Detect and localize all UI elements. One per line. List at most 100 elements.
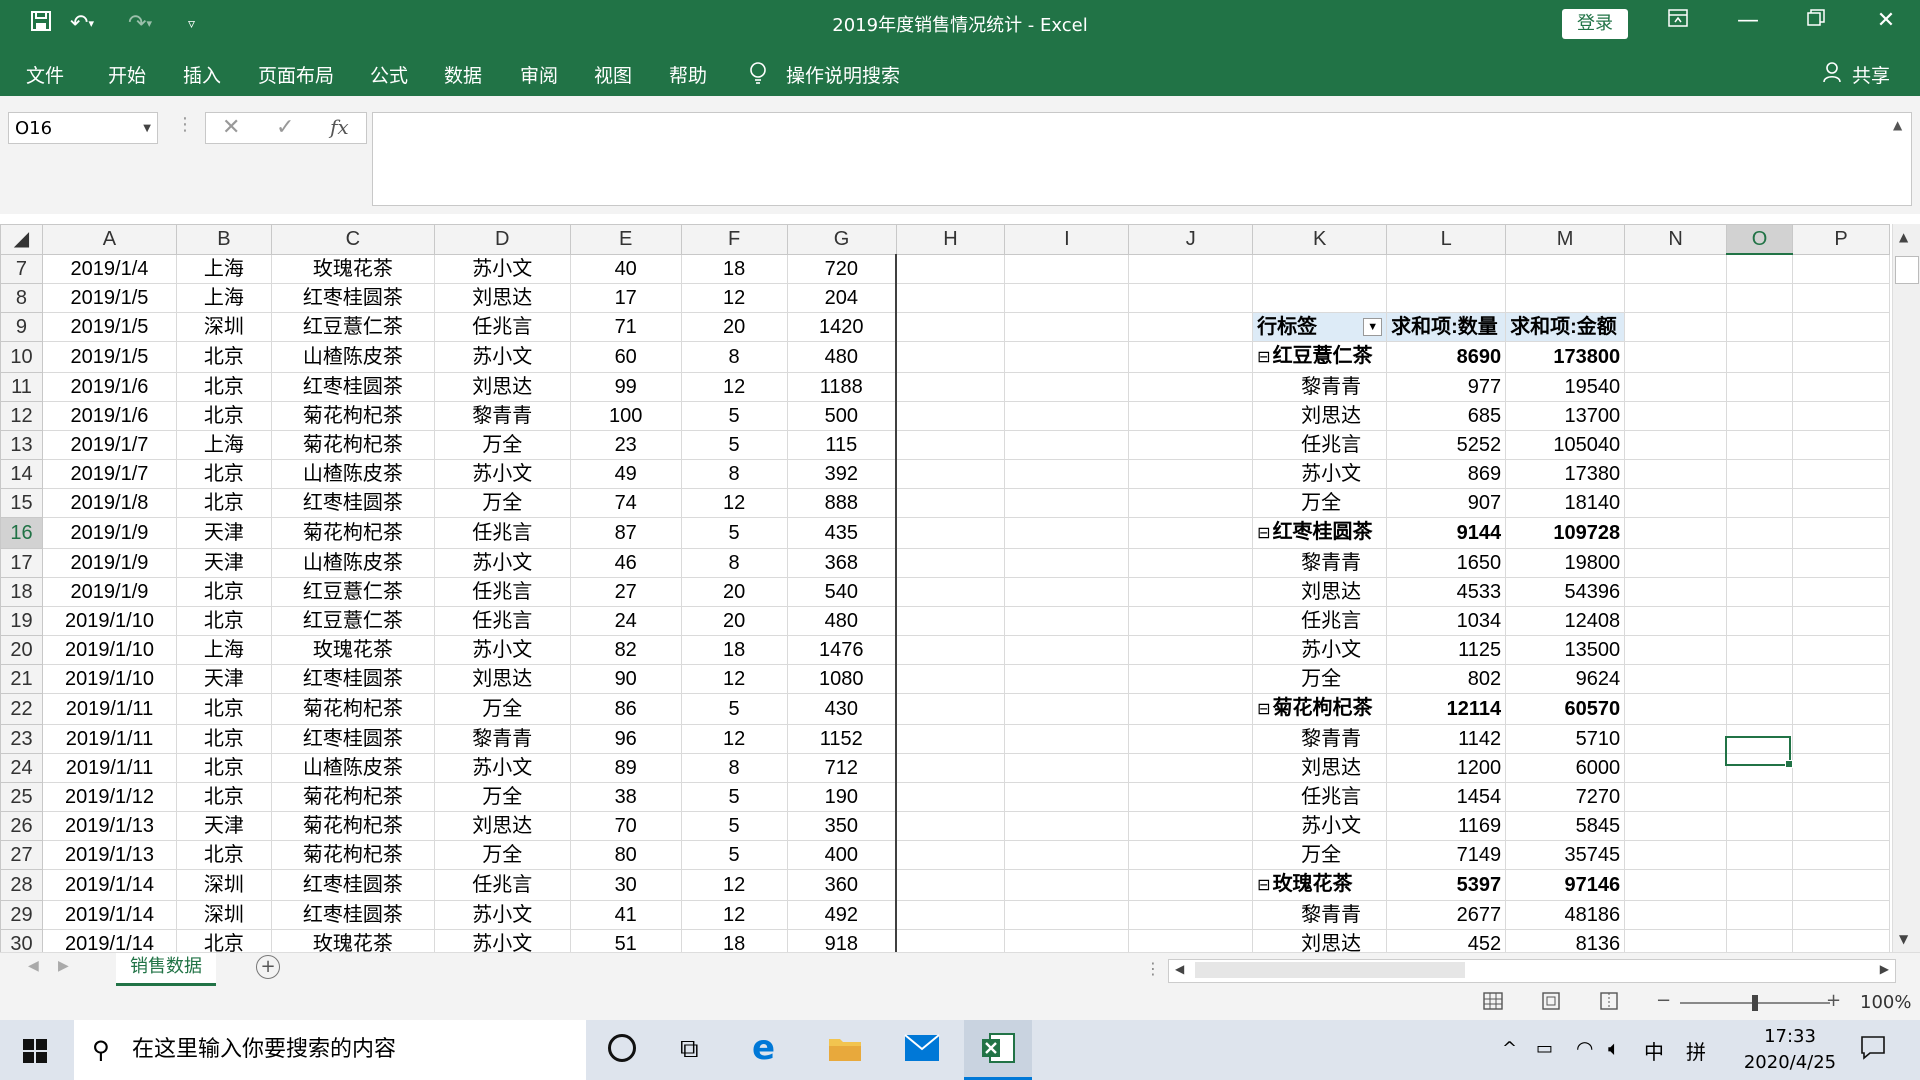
row-header[interactable]: 17 <box>0 547 43 578</box>
cell-empty[interactable] <box>1726 928 1793 952</box>
cell-empty[interactable] <box>1128 458 1254 489</box>
cell-salesperson[interactable]: 苏小文 <box>433 340 571 373</box>
battery-icon[interactable]: ▭ <box>1536 1038 1553 1059</box>
row-header[interactable]: 26 <box>0 810 43 841</box>
cell-empty[interactable] <box>895 400 1006 431</box>
pivot-item-label[interactable]: 任兆言 <box>1252 429 1388 460</box>
cell-salesperson[interactable]: 苏小文 <box>433 547 571 578</box>
cell-quantity[interactable]: 100 <box>569 400 682 431</box>
cell-empty[interactable] <box>1128 663 1254 694</box>
cell-empty[interactable] <box>1624 400 1728 431</box>
cell-empty[interactable] <box>1624 781 1728 812</box>
cell-empty[interactable] <box>1128 311 1254 342</box>
cell-empty[interactable] <box>1791 547 1890 578</box>
cell-amount[interactable]: 115 <box>786 429 897 460</box>
pivot-item-qty[interactable]: 1034 <box>1386 605 1507 636</box>
cell-price[interactable]: 18 <box>680 253 788 284</box>
row-header[interactable]: 10 <box>0 340 43 373</box>
select-all-corner[interactable]: ◢ <box>0 224 43 255</box>
cell-date[interactable]: 2019/1/5 <box>41 282 177 313</box>
cell-salesperson[interactable]: 苏小文 <box>433 634 571 665</box>
pivot-item-qty[interactable]: 977 <box>1386 371 1507 402</box>
cell-quantity[interactable]: 46 <box>569 547 682 578</box>
cell-date[interactable]: 2019/1/13 <box>41 810 177 841</box>
cancel-icon[interactable]: ✕ <box>222 115 240 140</box>
fill-handle[interactable] <box>1785 760 1793 768</box>
cell-quantity[interactable]: 30 <box>569 868 682 901</box>
cell-empty[interactable] <box>1791 487 1890 518</box>
cell-empty[interactable] <box>1624 311 1728 342</box>
cell-empty[interactable] <box>1386 282 1507 313</box>
share-button[interactable]: 共享 <box>1852 61 1890 88</box>
tab-review[interactable]: 审阅 <box>520 61 558 88</box>
cell-city[interactable]: 上海 <box>175 253 272 284</box>
pivot-item-amt[interactable]: 12408 <box>1505 605 1626 636</box>
chevron-up-icon[interactable]: ▲ <box>1893 118 1902 132</box>
cell-empty[interactable] <box>1004 576 1130 607</box>
clock-date[interactable]: 2020/4/25 <box>1730 1052 1850 1073</box>
cell-empty[interactable] <box>1726 400 1793 431</box>
cell-amount[interactable]: 1476 <box>786 634 897 665</box>
insert-function-icon[interactable]: fx <box>330 115 349 139</box>
cell-amount[interactable]: 1420 <box>786 311 897 342</box>
cell-city[interactable]: 北京 <box>175 781 272 812</box>
cell-price[interactable]: 8 <box>680 458 788 489</box>
cell-empty[interactable] <box>895 899 1006 930</box>
cell-price[interactable]: 8 <box>680 340 788 373</box>
cell-amount[interactable]: 368 <box>786 547 897 578</box>
cell-empty[interactable] <box>1726 429 1793 460</box>
cell-empty[interactable] <box>1726 692 1793 725</box>
cell-empty[interactable] <box>1386 253 1507 284</box>
cell-empty[interactable] <box>1726 282 1793 313</box>
add-sheet-icon[interactable]: + <box>256 955 280 979</box>
cell-empty[interactable] <box>1128 692 1254 725</box>
cell-quantity[interactable]: 23 <box>569 429 682 460</box>
pivot-item-amt[interactable]: 5710 <box>1505 723 1626 754</box>
sheet-tab-sales[interactable]: 销售数据 <box>116 953 216 986</box>
cell-salesperson[interactable]: 刘思达 <box>433 663 571 694</box>
cell-empty[interactable] <box>1004 868 1130 901</box>
cell-date[interactable]: 2019/1/11 <box>41 692 177 725</box>
cell-empty[interactable] <box>1791 340 1890 373</box>
cell-empty[interactable] <box>1624 605 1728 636</box>
pivot-item-qty[interactable]: 1125 <box>1386 634 1507 665</box>
cell-empty[interactable] <box>1128 547 1254 578</box>
cell-date[interactable]: 2019/1/13 <box>41 839 177 870</box>
collapse-icon[interactable]: ⊟ <box>1257 349 1270 366</box>
cell-price[interactable]: 5 <box>680 781 788 812</box>
cell-salesperson[interactable]: 苏小文 <box>433 928 571 952</box>
restore-icon[interactable] <box>1796 8 1836 33</box>
pivot-group-label[interactable]: ⊟ 红豆薏仁茶 <box>1252 340 1388 373</box>
chevron-up-icon[interactable]: ^ <box>1502 1038 1517 1059</box>
column-header-p[interactable]: P <box>1791 224 1890 255</box>
cell-city[interactable]: 北京 <box>175 839 272 870</box>
cell-salesperson[interactable]: 万全 <box>433 487 571 518</box>
cell-product[interactable]: 菊花枸杞茶 <box>270 781 435 812</box>
cell-empty[interactable] <box>895 663 1006 694</box>
cell-empty[interactable] <box>1791 253 1890 284</box>
vertical-scrollbar[interactable]: ▲ ▼ <box>1892 224 1920 952</box>
cell-empty[interactable] <box>1128 634 1254 665</box>
cell-date[interactable]: 2019/1/6 <box>41 371 177 402</box>
pivot-group-label[interactable]: ⊟ 菊花枸杞茶 <box>1252 692 1388 725</box>
cell-product[interactable]: 菊花枸杞茶 <box>270 516 435 549</box>
cell-product[interactable]: 菊花枸杞茶 <box>270 400 435 431</box>
cell-product[interactable]: 红枣桂圆茶 <box>270 723 435 754</box>
cell-salesperson[interactable]: 苏小文 <box>433 458 571 489</box>
cell-empty[interactable] <box>1726 868 1793 901</box>
cell-date[interactable]: 2019/1/9 <box>41 516 177 549</box>
cell-empty[interactable] <box>1004 487 1130 518</box>
cell-empty[interactable] <box>1791 810 1890 841</box>
cell-empty[interactable] <box>1004 547 1130 578</box>
pivot-item-qty[interactable]: 5252 <box>1386 429 1507 460</box>
pivot-item-label[interactable]: 刘思达 <box>1252 576 1388 607</box>
edge-icon[interactable]: e <box>752 1028 775 1068</box>
pivot-item-qty[interactable]: 2677 <box>1386 899 1507 930</box>
zoom-out-icon[interactable]: − <box>1656 990 1671 1011</box>
pivot-item-amt[interactable]: 8136 <box>1505 928 1626 952</box>
filter-dropdown-icon[interactable]: ▼ <box>1363 317 1383 336</box>
cell-product[interactable]: 红豆薏仁茶 <box>270 605 435 636</box>
normal-view-icon[interactable] <box>1482 990 1504 1016</box>
pivot-item-qty[interactable]: 802 <box>1386 663 1507 694</box>
cell-empty[interactable] <box>1004 429 1130 460</box>
